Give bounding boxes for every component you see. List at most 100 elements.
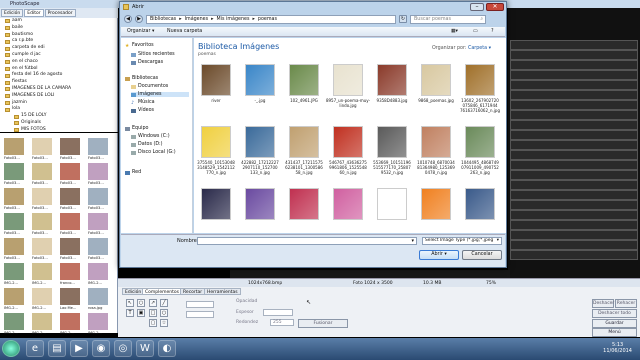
width-field[interactable] <box>263 309 293 316</box>
tree-folder[interactable]: baile <box>0 25 117 32</box>
search-input[interactable]: Buscar poemas ⌕ <box>410 14 486 24</box>
breadcrumb-item[interactable]: Bibliotecas <box>150 17 176 22</box>
thumbnail[interactable] <box>4 288 24 305</box>
nav-documents[interactable]: Documentos <box>131 84 168 89</box>
file-item[interactable] <box>460 188 500 232</box>
pen-tool-icon[interactable]: ╱ <box>160 299 168 307</box>
rect-tool-icon[interactable]: □ <box>149 309 157 317</box>
balloon-tool-icon[interactable]: ○ <box>137 299 145 307</box>
photoscape-taskbar-icon[interactable]: ◐ <box>158 340 176 357</box>
nav-computer[interactable]: Equipo <box>125 126 148 131</box>
forward-button[interactable]: ▶ <box>135 15 143 23</box>
file-item[interactable] <box>416 188 456 232</box>
thumbnail[interactable] <box>4 238 24 255</box>
thumbnail[interactable] <box>60 288 80 305</box>
thumbnail[interactable] <box>32 163 52 180</box>
redo-button[interactable]: Rehacer <box>615 299 637 308</box>
tab-edicion[interactable]: Edición <box>1 9 24 17</box>
tree-folder[interactable]: aam <box>0 18 117 25</box>
filename-input[interactable]: ▾ <box>197 237 417 245</box>
filetype-select[interactable]: Select Image Type (*.jpg;*.jpeg ▾ <box>422 237 502 245</box>
thumbnail[interactable] <box>4 263 24 280</box>
minimize-button[interactable]: – <box>470 3 484 11</box>
back-button[interactable]: ◀ <box>124 15 132 23</box>
thumbnail[interactable] <box>60 163 80 180</box>
file-item[interactable] <box>284 188 324 232</box>
refresh-button[interactable]: ↻ <box>399 15 407 23</box>
pointer-tool-icon[interactable]: ↖ <box>126 299 134 307</box>
thumbnail[interactable] <box>88 188 108 205</box>
open-button[interactable]: Abrir ▾ <box>419 250 459 260</box>
thumbnail[interactable] <box>60 138 80 155</box>
file-item[interactable]: river <box>196 64 236 124</box>
tree-folder[interactable]: en el chaco <box>0 59 117 66</box>
thumbnail[interactable] <box>32 263 52 280</box>
breadcrumb-item[interactable]: Imágenes <box>185 17 209 22</box>
chrome-icon[interactable]: ◎ <box>114 340 132 357</box>
thumbnail[interactable] <box>32 238 52 255</box>
tree-folder[interactable]: fiestas <box>0 79 117 86</box>
merge-button[interactable]: Fusionar <box>298 319 348 328</box>
thumbnail[interactable] <box>32 213 52 230</box>
file-item[interactable]: 8957_un-poema-muy-lindo.jpg <box>326 64 370 124</box>
file-item[interactable]: 1044495_4868749 07911009_490752 263_n.jp… <box>460 126 500 186</box>
bottom-tab-recortar[interactable]: Recortar <box>180 288 206 295</box>
arrange-by-select[interactable]: Carpeta ▾ <box>468 46 491 51</box>
thumbnail[interactable] <box>88 163 108 180</box>
thumbnail[interactable] <box>32 138 52 155</box>
thumbnail[interactable] <box>32 188 52 205</box>
breadcrumb-item[interactable]: Mis imágenes <box>217 17 250 22</box>
thumbnail[interactable] <box>32 313 52 330</box>
file-item[interactable]: -_.jpg <box>240 64 280 124</box>
nav-downloads[interactable]: Descargas <box>131 60 163 65</box>
tree-folder[interactable]: cumple d jac <box>0 52 117 59</box>
thumbnail[interactable] <box>60 213 80 230</box>
file-item[interactable]: 375540_10153048 3148529_1542112 770_n.jp… <box>196 126 236 186</box>
undo-button[interactable]: Deshacer <box>592 299 614 308</box>
cancel-button[interactable]: Cancelar <box>462 250 502 260</box>
star-tool-icon[interactable]: ☆ <box>160 319 168 327</box>
close-button[interactable]: ✕ <box>486 3 504 11</box>
menu-button[interactable]: Menú <box>592 328 637 337</box>
file-item[interactable]: 431437_17211575 6238101_1300586 58_n.jpg <box>284 126 324 186</box>
nav-drive-c[interactable]: Windows (C:) <box>131 134 170 139</box>
undo-all-button[interactable]: Deshacer todo <box>592 309 637 318</box>
view-icon[interactable]: ▦▾ <box>451 27 458 37</box>
thumbnail-panel[interactable]: Foto03... Foto03... Foto03... Foto03... Foto… <box>0 133 118 335</box>
file-item[interactable] <box>196 188 236 232</box>
file-item[interactable]: 546767_43636275 9961806_1525548 60_n.jpg <box>328 126 368 186</box>
thumbnail[interactable] <box>4 313 24 330</box>
thumbnail[interactable] <box>4 213 24 230</box>
organize-button[interactable]: Organizar ▾ <box>127 27 154 37</box>
thumbnail[interactable] <box>88 313 108 330</box>
thumbnail[interactable] <box>88 288 108 305</box>
thumbnail[interactable] <box>4 163 24 180</box>
rounded-rect-tool-icon[interactable]: ▢ <box>149 319 157 327</box>
ellipse-tool-icon[interactable]: ○ <box>160 309 168 317</box>
thumbnail[interactable] <box>4 138 24 155</box>
nav-images[interactable]: Imágenes <box>131 92 189 97</box>
nav-drive-local[interactable]: Disco Local (G:) <box>131 150 176 155</box>
word-icon[interactable]: W <box>136 340 154 357</box>
file-item[interactable]: 1010748_6870034 81364980_125369 0478_n.j… <box>416 126 456 186</box>
bottom-tab-edicion[interactable]: Edición <box>122 288 145 295</box>
breadcrumb-item[interactable]: poemas <box>258 17 277 22</box>
file-item[interactable]: 422882_17212227 2907110_152700 133_n.jpg <box>240 126 280 186</box>
thumbnail[interactable] <box>60 188 80 205</box>
file-item[interactable]: 13602_267902720 075846_6171944 761637160… <box>460 64 500 124</box>
thumbnail[interactable] <box>88 263 108 280</box>
tree-folder[interactable]: lola <box>0 106 117 113</box>
nav-videos[interactable]: Vídeos <box>131 108 154 113</box>
clock[interactable]: 5:13 11/06/2014 <box>603 342 632 354</box>
bottom-tab-complementos[interactable]: Complementos <box>142 288 183 295</box>
thumbnail[interactable] <box>60 263 80 280</box>
new-folder-button[interactable]: Nueva carpeta <box>167 27 202 37</box>
file-item[interactable] <box>240 188 280 232</box>
thumbnail[interactable] <box>88 213 108 230</box>
thumbnail[interactable] <box>32 288 52 305</box>
nav-drive-d[interactable]: Datos (D:) <box>131 142 163 147</box>
nav-favorites[interactable]: ★ Favoritos <box>125 43 154 49</box>
file-item[interactable]: 9358D4883.jpg <box>372 64 412 124</box>
help-icon[interactable]: ? <box>491 27 494 37</box>
ie-icon[interactable]: e <box>26 340 44 357</box>
